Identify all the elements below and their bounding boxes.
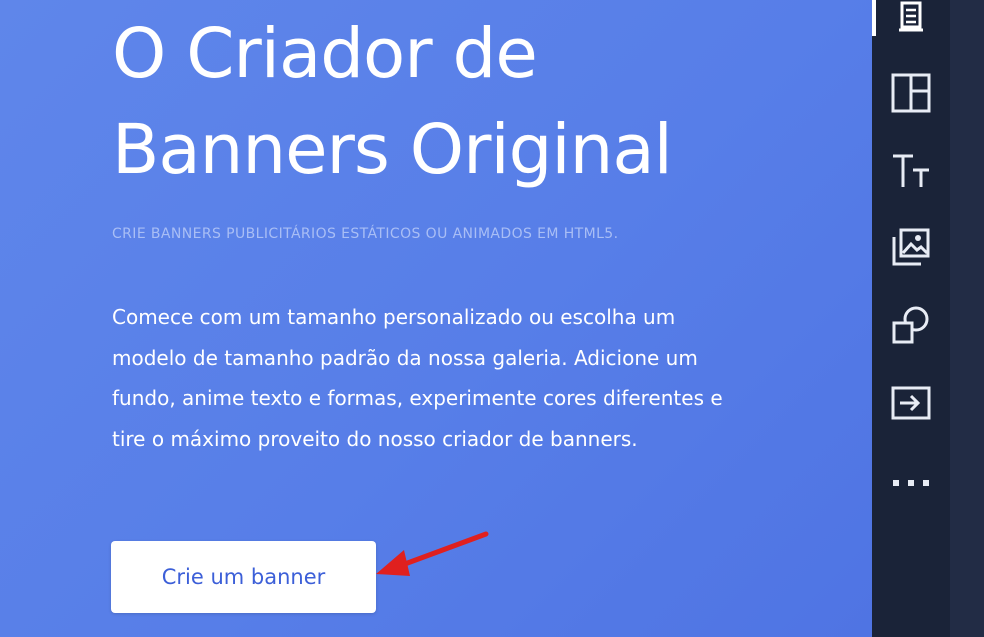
hero-description: Comece com um tamanho personalizado ou e…: [112, 305, 723, 451]
export-icon: [891, 383, 931, 423]
annotation-arrow-icon: [376, 531, 489, 576]
text-icon: [891, 151, 931, 191]
editor-toolbar: [872, 0, 950, 637]
tool-more[interactable]: [872, 452, 950, 514]
hero-subtitle: CRIE BANNERS PUBLICITÁRIOS ESTÁTICOS OU …: [112, 226, 619, 242]
tool-shapes[interactable]: [872, 294, 950, 356]
more-icon: [891, 477, 931, 489]
tool-text[interactable]: [872, 140, 950, 202]
create-banner-button[interactable]: Crie um banner: [111, 541, 376, 613]
page-title: O Criador de Banners Original: [112, 6, 852, 198]
title-line-2: Banners Original: [112, 110, 673, 190]
layout-icon: [891, 73, 931, 113]
title-line-1: O Criador de: [112, 14, 538, 94]
image-icon: [891, 227, 931, 267]
canvas-edge: [950, 0, 984, 637]
page: O Criador de Banners Original CRIE BANNE…: [0, 0, 984, 637]
tool-layout[interactable]: [872, 62, 950, 124]
hero-section: O Criador de Banners Original CRIE BANNE…: [0, 0, 872, 637]
tool-images[interactable]: [872, 216, 950, 278]
template-stack-icon: [893, 0, 929, 35]
tool-templates[interactable]: [872, 0, 950, 48]
tool-export[interactable]: [872, 372, 950, 434]
shapes-icon: [891, 305, 931, 345]
